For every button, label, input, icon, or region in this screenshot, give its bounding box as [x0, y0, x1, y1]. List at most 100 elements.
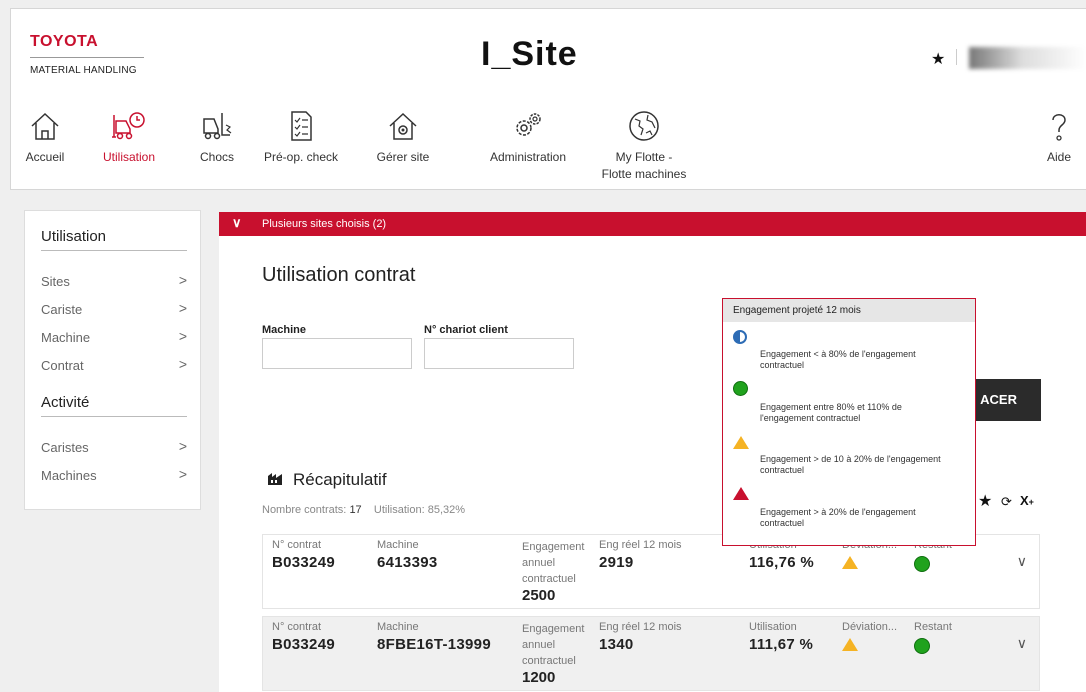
eng-reel-value: 1340 [599, 636, 634, 653]
house-gear-icon [389, 112, 417, 140]
cell-contrat: N° contrat B033249 [272, 539, 335, 574]
sidebar-item-label: Machines [41, 468, 97, 483]
refresh-icon[interactable]: ⟳ [1001, 494, 1012, 510]
warning-triangle-icon [733, 436, 749, 449]
chevron-right-icon: > [178, 328, 187, 344]
green-dot-icon [914, 556, 930, 572]
machine-value: 8FBE16T-13999 [377, 636, 491, 653]
sidebar-item-machines[interactable]: Machines > [41, 466, 187, 483]
nav-administration[interactable]: Administration [483, 109, 573, 166]
site-title: I_Site [481, 35, 578, 73]
machine-input[interactable] [262, 338, 412, 369]
utilisation-col-label: Utilisation [749, 621, 797, 633]
globe-icon [629, 111, 659, 141]
recap-title: Récapitulatif [293, 470, 387, 489]
cell-utilisation: Utilisation 111,67 % [749, 621, 813, 656]
sidebar: Utilisation Sites > Cariste > Machine > Con… [24, 210, 201, 510]
green-dot-icon [733, 381, 748, 396]
excel-export-icon[interactable]: X+ [1020, 493, 1034, 508]
chevron-down-icon: ∨ [232, 215, 242, 230]
engagement-label-1: Engagement [522, 541, 585, 553]
star-icon[interactable]: ★ [978, 491, 992, 511]
sidebar-item-label: Contrat [41, 358, 84, 373]
engagement-value: 2500 [522, 587, 556, 604]
sidebar-item-machine[interactable]: Machine > [41, 328, 187, 345]
nav-label: Accueil [25, 150, 65, 164]
home-icon [31, 112, 59, 140]
utilisation-row-value: 111,67 % [749, 636, 814, 653]
legend-text: contractuel [760, 518, 805, 528]
contracts-label: Nombre contrats: [262, 504, 347, 516]
nav-my-flotte[interactable]: My Flotte - Flotte machines [589, 109, 699, 183]
engagement-legend-popup: Engagement projeté 12 mois Engagement < … [722, 298, 976, 546]
sidebar-item-sites[interactable]: Sites > [41, 272, 187, 289]
main-nav: Accueil Utilisation Chocs Pré-op. check … [11, 109, 1086, 189]
legend-title: Engagement projeté 12 mois [723, 299, 975, 322]
nav-gerer-site[interactable]: Gérer site [371, 109, 435, 166]
half-circle-icon [733, 330, 747, 344]
forklift-impact-icon [203, 113, 232, 140]
favorite-star-icon[interactable]: ★ [931, 49, 945, 69]
brand-name: TOYOTA [30, 33, 99, 50]
nav-label: Administration [489, 150, 567, 164]
gears-icon [516, 113, 541, 136]
nav-pre-op-check[interactable]: Pré-op. check [261, 109, 341, 166]
page-title: Utilisation contrat [262, 264, 416, 286]
contracts-value: 17 [349, 504, 362, 516]
sidebar-divider [41, 250, 187, 251]
contrat-value: B033249 [272, 636, 335, 653]
chevron-down-icon[interactable]: ∨ [1017, 635, 1027, 652]
chevron-right-icon: > [178, 272, 187, 288]
cell-eng-reel: Eng réel 12 mois 1340 [599, 621, 682, 656]
utilisation-label: Utilisation: [373, 504, 425, 516]
nav-label-line2: Flotte machines [601, 167, 687, 181]
contrat-label: N° contrat [272, 621, 322, 633]
sidebar-section-utilisation: Utilisation [41, 228, 107, 245]
sidebar-item-caristes[interactable]: Caristes > [41, 438, 187, 455]
cell-engagement: Engagement annuel contractuel 2500 [522, 539, 584, 605]
chevron-right-icon: > [178, 356, 187, 372]
warning-triangle-icon [842, 556, 858, 569]
chariot-input[interactable] [424, 338, 574, 369]
legend-text: Engagement entre 80% et 110% de [760, 402, 902, 412]
legend-text: contractuel [760, 465, 805, 475]
machine-value: 6413393 [377, 554, 438, 571]
eng-reel-value: 2919 [599, 554, 634, 571]
sidebar-item-label: Sites [41, 274, 70, 289]
sidebar-item-contrat[interactable]: Contrat > [41, 356, 187, 373]
question-icon [1052, 114, 1066, 141]
machine-col-label: Machine [377, 539, 419, 551]
sidebar-item-label: Cariste [41, 302, 83, 317]
chariot-label: N° chariot client [424, 324, 508, 336]
user-menu[interactable] [969, 47, 1086, 69]
nav-label: Chocs [199, 150, 234, 164]
cell-machine: Machine 8FBE16T-13999 [377, 621, 491, 656]
legend-text: Engagement < à 80% de l'engagement [760, 349, 916, 359]
engagement-label-2: annuel [522, 639, 556, 651]
site-filter-bar[interactable]: ∨ Plusieurs sites choisis (2) [219, 212, 1086, 236]
sidebar-section-activite: Activité [41, 394, 90, 411]
chevron-down-icon[interactable]: ∨ [1017, 553, 1027, 570]
nav-utilisation[interactable]: Utilisation [93, 109, 165, 166]
cell-deviation: Déviation... [842, 621, 897, 656]
eng-reel-label: Eng réel 12 mois [599, 539, 682, 551]
contrat-value: B033249 [272, 554, 335, 571]
cell-machine: Machine 6413393 [377, 539, 438, 574]
checklist-icon [291, 111, 312, 141]
engagement-label-2: annuel [522, 557, 556, 569]
chevron-right-icon: > [178, 300, 187, 316]
nav-chocs[interactable]: Chocs [195, 109, 239, 166]
toyota-logo[interactable]: TOYOTA MATERIAL HANDLING [30, 33, 144, 76]
table-row[interactable]: N° contrat B033249 Machine 8FBE16T-13999… [262, 616, 1040, 691]
green-dot-icon [914, 638, 930, 654]
engagement-label-3: contractuel [522, 655, 576, 667]
sidebar-item-cariste[interactable]: Cariste > [41, 300, 187, 317]
chevron-right-icon: > [178, 466, 187, 482]
site-filter-label: Plusieurs sites choisis (2) [262, 218, 387, 230]
machine-col-label: Machine [377, 621, 419, 633]
nav-label: Aide [1046, 150, 1072, 164]
nav-aide[interactable]: Aide [1041, 109, 1077, 166]
nav-accueil[interactable]: Accueil [21, 109, 69, 166]
contrat-label: N° contrat [272, 539, 322, 551]
eng-reel-label: Eng réel 12 mois [599, 621, 682, 633]
